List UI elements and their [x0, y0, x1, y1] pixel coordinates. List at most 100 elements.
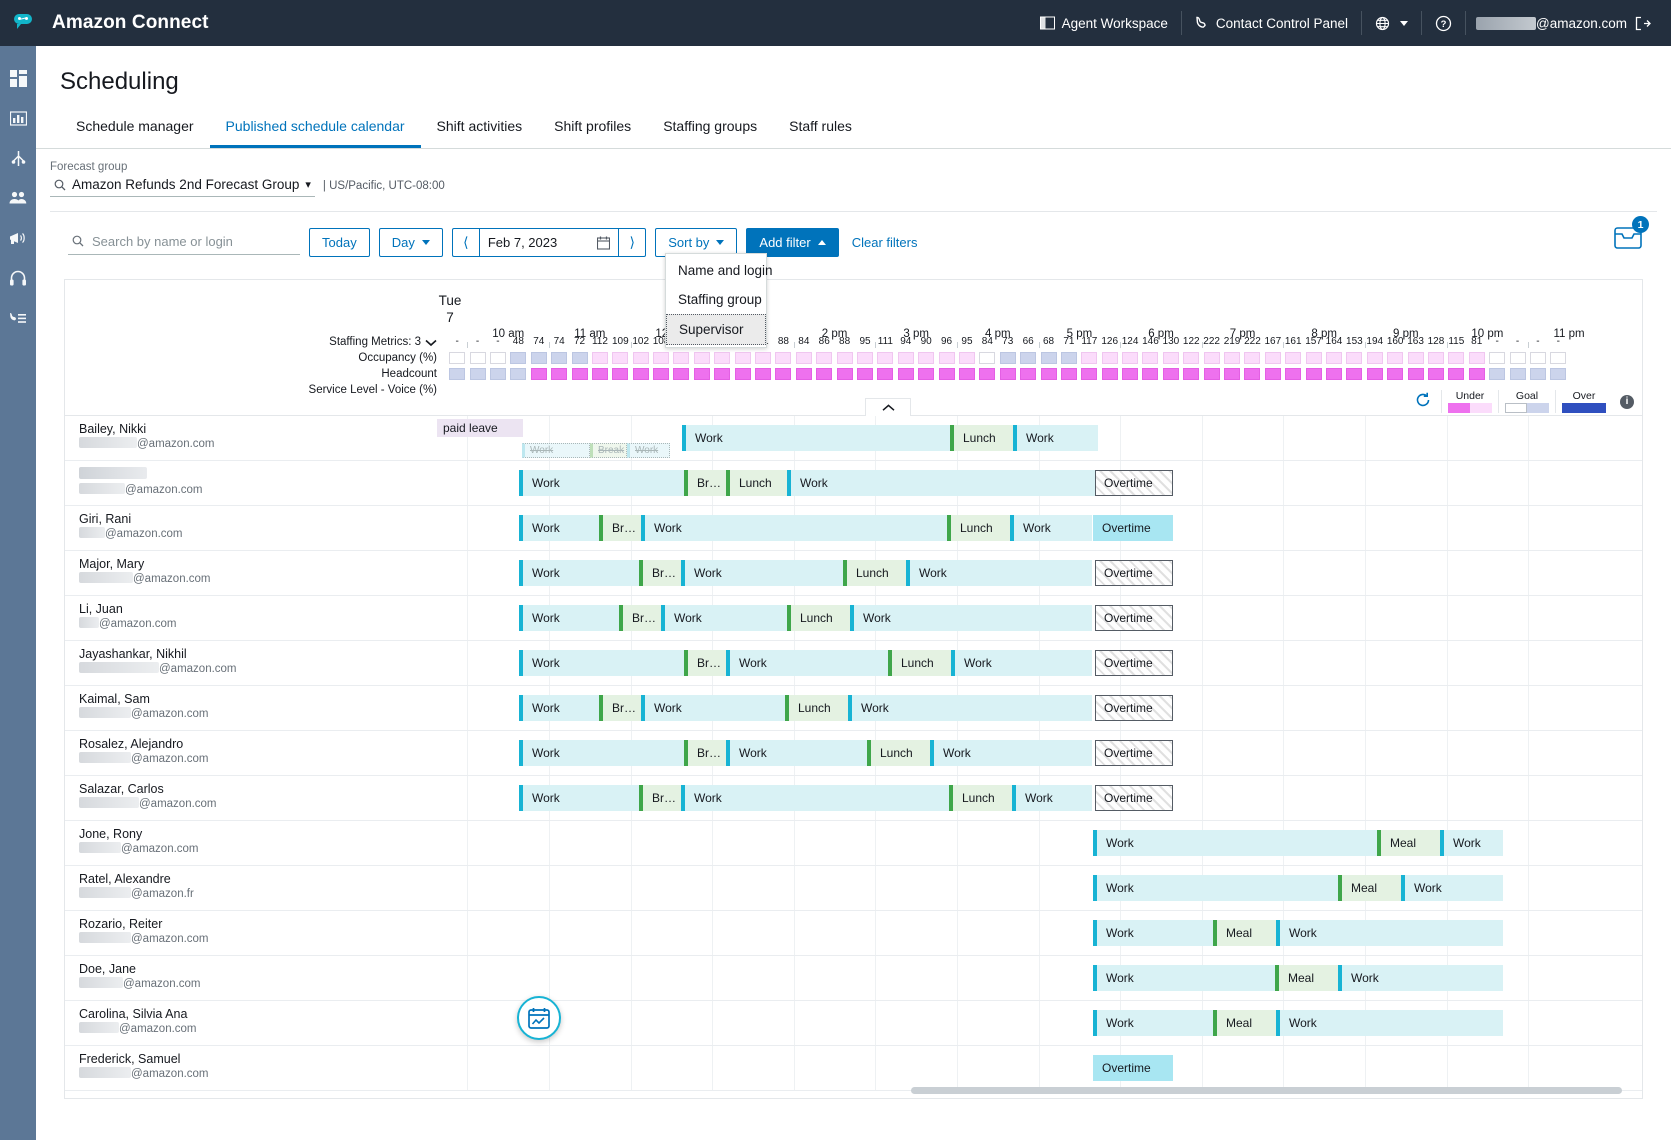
service-level-cell[interactable] — [1446, 366, 1466, 382]
sidebar-item-campaigns[interactable] — [8, 228, 28, 248]
service-level-cell[interactable] — [1100, 366, 1120, 382]
service-level-cell[interactable] — [1079, 366, 1099, 382]
agent-identity[interactable]: Jayashankar, Nikhil@amazon.com — [79, 647, 434, 677]
service-level-cell[interactable] — [1303, 366, 1323, 382]
table-row[interactable]: Rosalez, Alejandro@amazon.comWorkBr…Work… — [65, 731, 1642, 776]
shift-segment-meal[interactable]: Lunch — [950, 425, 1013, 451]
agent-identity[interactable]: Doe, Jane@amazon.com — [79, 962, 434, 992]
timeline-track[interactable]: paid leaveWorkBreakWorkWorkLunchWork — [447, 416, 1642, 460]
timeline-track[interactable]: WorkBr…WorkLunchWorkOvertime — [447, 731, 1642, 775]
language-selector[interactable] — [1362, 10, 1421, 36]
service-level-cell[interactable] — [529, 366, 549, 382]
next-day-button[interactable]: ⟩ — [619, 228, 646, 257]
timeline-track[interactable]: WorkBr…WorkLunchWorkOvertime — [447, 596, 1642, 640]
shift-segment-meal[interactable]: Lunch — [888, 650, 951, 676]
service-level-cell[interactable] — [1140, 366, 1160, 382]
search-input[interactable]: Search by name or login — [68, 231, 300, 255]
help-button[interactable]: ? — [1422, 10, 1465, 36]
headcount-cell[interactable] — [549, 350, 569, 366]
table-row[interactable]: Major, Mary@amazon.comWorkBr…WorkLunchWo… — [65, 551, 1642, 596]
timeline-track[interactable]: WorkMealWork — [447, 956, 1642, 1000]
headcount-cell[interactable] — [1446, 350, 1466, 366]
headcount-cell[interactable] — [1467, 350, 1487, 366]
service-level-cell[interactable] — [936, 366, 956, 382]
service-level-cell[interactable] — [1467, 366, 1487, 382]
shift-segment-work[interactable]: Work — [1401, 875, 1503, 901]
shift-segment-work[interactable]: Work — [519, 695, 599, 721]
headcount-cell[interactable] — [957, 350, 977, 366]
service-level-cell[interactable] — [753, 366, 773, 382]
headcount-cell[interactable] — [1100, 350, 1120, 366]
timeline-track[interactable]: WorkBr…LunchWorkOvertime — [447, 461, 1642, 505]
shift-segment-ghost-break[interactable]: Break — [590, 443, 627, 458]
headcount-cell[interactable] — [1059, 350, 1079, 366]
agent-identity[interactable]: Rozario, Reiter@amazon.com — [79, 917, 434, 947]
headcount-cell[interactable] — [1528, 350, 1548, 366]
table-row[interactable]: Jayashankar, Nikhil@amazon.comWorkBr…Wor… — [65, 641, 1642, 686]
timeline-track[interactable]: WorkBr…WorkLunchWorkOvertime — [447, 506, 1642, 550]
service-level-cell[interactable] — [631, 366, 651, 382]
shift-segment-meal[interactable]: Br… — [599, 695, 641, 721]
shift-segment-work[interactable]: Work — [930, 740, 1092, 766]
headcount-cell[interactable] — [651, 350, 671, 366]
shift-segment-ot[interactable]: Overtime — [1095, 560, 1173, 586]
headcount-cell[interactable] — [732, 350, 752, 366]
service-level-cell[interactable] — [610, 366, 630, 382]
shift-segment-work[interactable]: Work — [519, 785, 639, 811]
headcount-cell[interactable] — [1038, 350, 1058, 366]
headcount-cell[interactable] — [590, 350, 610, 366]
headcount-cell[interactable] — [1201, 350, 1221, 366]
agent-identity[interactable]: Salazar, Carlos@amazon.com — [79, 782, 434, 812]
headcount-cell[interactable] — [1487, 350, 1507, 366]
shift-segment-ot[interactable]: Overtime — [1095, 470, 1173, 496]
service-level-cell[interactable] — [692, 366, 712, 382]
table-row[interactable]: Jone, Rony@amazon.comWorkMealWork — [65, 821, 1642, 866]
shift-segment-meal[interactable]: Meal — [1377, 830, 1440, 856]
shift-segment-meal[interactable]: Meal — [1338, 875, 1401, 901]
service-level-cell[interactable] — [1426, 366, 1446, 382]
headcount-cell[interactable] — [1344, 350, 1364, 366]
service-level-cell[interactable] — [1528, 366, 1548, 382]
shift-segment-work[interactable]: Work — [519, 560, 639, 586]
headcount-cell[interactable] — [896, 350, 916, 366]
service-level-cell[interactable] — [467, 366, 487, 382]
agent-workspace-link[interactable]: Agent Workspace — [1027, 10, 1181, 36]
service-level-cell[interactable] — [1548, 366, 1568, 382]
filter-option-name-and-login[interactable]: Name and login — [666, 256, 766, 285]
shift-segment-meal[interactable]: Lunch — [947, 515, 1010, 541]
shift-segment-meal[interactable]: Br… — [639, 560, 681, 586]
service-level-cell[interactable] — [1038, 366, 1058, 382]
shift-segment-work[interactable]: Work — [1440, 830, 1503, 856]
shift-segment-work[interactable]: Work — [681, 785, 949, 811]
sidebar-item-analytics[interactable] — [8, 108, 28, 128]
headcount-cell[interactable] — [794, 350, 814, 366]
headcount-cell[interactable] — [488, 350, 508, 366]
headcount-cell[interactable] — [447, 350, 467, 366]
shift-segment-ot[interactable]: Overtime — [1095, 740, 1173, 766]
service-level-cell[interactable] — [712, 366, 732, 382]
headcount-cell[interactable] — [631, 350, 651, 366]
service-level-cell[interactable] — [732, 366, 752, 382]
shift-segment-work[interactable]: Work — [787, 470, 1095, 496]
shift-segment-work[interactable]: Work — [1012, 785, 1092, 811]
table-row[interactable]: Ratel, Alexandre@amazon.frWorkMealWork — [65, 866, 1642, 911]
service-level-cell[interactable] — [1507, 366, 1527, 382]
service-level-cell[interactable] — [1120, 366, 1140, 382]
account-menu[interactable]: @amazon.com — [1466, 16, 1661, 31]
timeline-track[interactable]: WorkBr…WorkLunchWorkOvertime — [447, 551, 1642, 595]
period-select[interactable]: Day — [379, 228, 443, 257]
service-level-cell[interactable] — [590, 366, 610, 382]
shift-segment-meal[interactable]: Meal — [1275, 965, 1338, 991]
service-level-cell[interactable] — [1344, 366, 1364, 382]
shift-segment-meal[interactable]: Lunch — [949, 785, 1012, 811]
shift-segment-meal[interactable]: Br… — [599, 515, 641, 541]
timeline-track[interactable]: WorkMealWork — [447, 1001, 1642, 1045]
service-level-cell[interactable] — [651, 366, 671, 382]
contact-control-panel-link[interactable]: Contact Control Panel — [1182, 10, 1361, 36]
shift-segment-work[interactable]: Work — [1093, 875, 1338, 901]
shift-segment-meal[interactable]: Lunch — [867, 740, 930, 766]
shift-segment-ot-filled[interactable]: Overtime — [1093, 1055, 1173, 1081]
service-level-cell[interactable] — [671, 366, 691, 382]
service-level-cell[interactable] — [977, 366, 997, 382]
headcount-cell[interactable] — [1426, 350, 1446, 366]
